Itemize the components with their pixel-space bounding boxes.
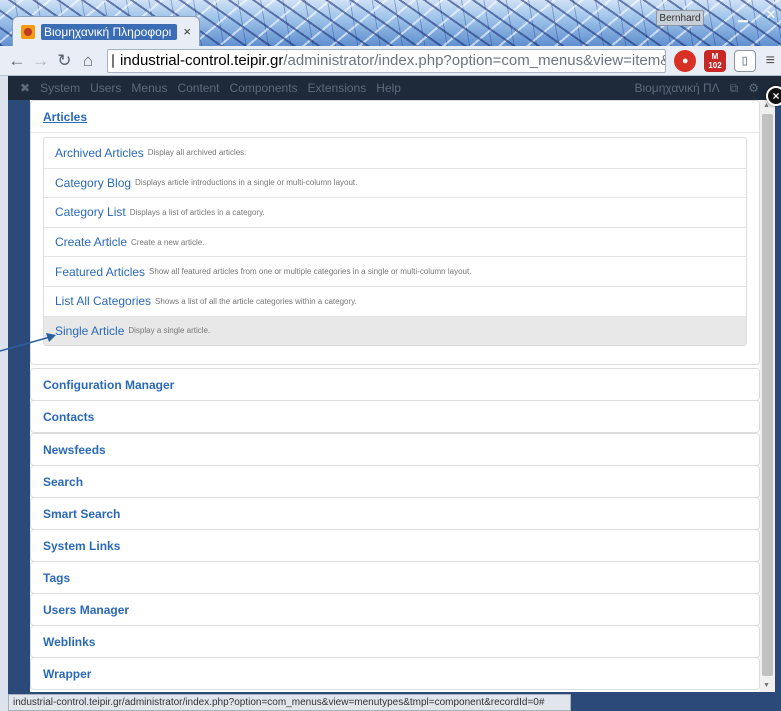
section-smart-search[interactable]: Smart Search bbox=[30, 497, 760, 530]
list-item[interactable]: Archived Articles Display all archived ar… bbox=[44, 138, 746, 168]
section-contacts[interactable]: Contacts bbox=[30, 400, 760, 433]
tab-title: Βιομηχανική Πληροφορι bbox=[41, 23, 178, 40]
item-title: Category Blog bbox=[55, 175, 132, 190]
section-header[interactable]: Users Manager bbox=[31, 594, 759, 625]
mail-envelope-icon: M bbox=[711, 51, 719, 61]
browser-status-bar: industrial-control.teipir.gr/administrat… bbox=[8, 694, 571, 711]
admin-menu-menus[interactable]: Menus bbox=[131, 81, 167, 95]
section-header[interactable]: Smart Search bbox=[31, 498, 759, 529]
section-header[interactable]: Tags bbox=[31, 562, 759, 593]
section-articles-body: Archived Articles Display all archived ar… bbox=[31, 132, 759, 360]
list-item[interactable]: Featured Articles Show all featured artic… bbox=[44, 256, 746, 286]
section-header[interactable]: Wrapper bbox=[31, 658, 759, 689]
section-tags[interactable]: Tags bbox=[30, 561, 760, 594]
joomla-logo-icon: ✖ bbox=[20, 81, 31, 95]
admin-menu-help[interactable]: Help bbox=[376, 81, 401, 95]
joomla-favicon-icon bbox=[21, 24, 35, 39]
list-item-active[interactable]: Single Article Display a single article. bbox=[44, 315, 746, 346]
mail-extension-icon[interactable]: M 102 bbox=[704, 49, 726, 72]
tab-close-icon[interactable]: × bbox=[183, 24, 191, 39]
list-item[interactable]: List All Categories Shows a list of all t… bbox=[44, 285, 746, 316]
admin-menu-components[interactable]: Components bbox=[229, 81, 297, 95]
scroll-down-icon[interactable]: ▼ bbox=[763, 682, 770, 689]
section-search[interactable]: Search bbox=[30, 465, 760, 498]
admin-menu-content[interactable]: Content bbox=[177, 81, 219, 95]
admin-menu-users[interactable]: Users bbox=[90, 81, 121, 95]
section-weblinks[interactable]: Weblinks bbox=[30, 625, 760, 658]
address-bar[interactable]: industrial-control.teipir.gr /administra… bbox=[106, 48, 667, 73]
article-menu-type-list: Archived Articles Display all archived ar… bbox=[43, 137, 747, 347]
item-description: Displays article introductions in a sing… bbox=[135, 178, 358, 188]
reload-icon[interactable]: ↻ bbox=[53, 50, 75, 72]
list-item[interactable]: Create Article Create a new article. bbox=[44, 226, 746, 257]
section-header[interactable]: System Links bbox=[31, 530, 759, 561]
section-articles-header[interactable]: Articles bbox=[31, 101, 759, 132]
section-header[interactable]: Configuration Manager bbox=[31, 369, 759, 400]
item-description: Display a single article. bbox=[128, 326, 211, 336]
section-header[interactable]: Weblinks bbox=[31, 626, 759, 657]
browser-toolbar: ← → ↻ ⌂ industrial-control.teipir.gr /ad… bbox=[0, 46, 781, 76]
admin-menu-system[interactable]: System bbox=[40, 81, 80, 95]
section-newsfeeds[interactable]: Newsfeeds bbox=[30, 433, 760, 466]
modal-close-button[interactable]: × bbox=[766, 86, 781, 106]
section-header[interactable]: Newsfeeds bbox=[31, 434, 759, 465]
forward-icon[interactable]: → bbox=[30, 50, 52, 72]
section-header[interactable]: Search bbox=[31, 466, 759, 497]
browser-tab[interactable]: Βιομηχανική Πληροφορι × bbox=[12, 16, 200, 46]
window-close-icon[interactable]: ✕ bbox=[760, 6, 781, 24]
section-configuration-manager[interactable]: Configuration Manager bbox=[30, 368, 760, 401]
browser-titlebar: Βιομηχανική Πληροφορι × Bernhard ▁ ✕ bbox=[0, 0, 781, 46]
page-icon bbox=[111, 53, 114, 68]
modal-scrollbar[interactable]: ▲ ▼ bbox=[760, 100, 775, 692]
menu-type-modal: Articles Archived Articles Display all ar… bbox=[30, 100, 775, 692]
page-left-edge bbox=[0, 76, 8, 711]
item-title: Category List bbox=[55, 205, 126, 220]
url-host: industrial-control.teipir.gr bbox=[119, 52, 284, 69]
list-item[interactable]: Category List Displays a list of articles… bbox=[44, 197, 746, 227]
section-header[interactable]: Contacts bbox=[31, 401, 759, 432]
item-description: Show all featured articles from one or m… bbox=[149, 267, 472, 277]
section-system-links[interactable]: System Links bbox=[30, 529, 760, 562]
scroll-thumb[interactable] bbox=[762, 114, 773, 676]
admin-menu-extensions[interactable]: Extensions bbox=[308, 81, 367, 95]
menu-icon[interactable]: ≡ bbox=[766, 52, 775, 70]
home-icon[interactable]: ⌂ bbox=[77, 50, 99, 72]
item-title: List All Categories bbox=[55, 294, 152, 309]
mail-count: 102 bbox=[708, 60, 722, 70]
item-description: Create a new article. bbox=[131, 237, 205, 247]
document-extension-icon[interactable]: ▯ bbox=[733, 49, 756, 72]
item-title: Featured Articles bbox=[55, 264, 146, 279]
url-path: /administrator/index.php?option=com_menu… bbox=[283, 52, 667, 69]
section-articles: Articles Archived Articles Display all ar… bbox=[30, 100, 760, 365]
external-link-icon[interactable]: ⧉ bbox=[730, 81, 739, 96]
settings-gear-icon[interactable]: ⚙ bbox=[748, 81, 759, 95]
item-title: Create Article bbox=[55, 235, 128, 250]
item-description: Displays a list of articles in a categor… bbox=[129, 207, 265, 217]
list-item[interactable]: Category Blog Displays article introducti… bbox=[44, 167, 746, 198]
profile-badge[interactable]: Bernhard bbox=[656, 10, 704, 26]
section-users-manager[interactable]: Users Manager bbox=[30, 593, 760, 626]
item-title: Single Article bbox=[55, 323, 125, 338]
section-wrapper[interactable]: Wrapper bbox=[30, 657, 760, 690]
item-description: Display all archived articles. bbox=[147, 148, 247, 158]
extension-red-icon[interactable]: ● bbox=[674, 49, 697, 72]
back-icon[interactable]: ← bbox=[6, 50, 28, 72]
item-title: Archived Articles bbox=[55, 145, 144, 160]
item-description: Shows a list of all the article categori… bbox=[155, 296, 357, 306]
minimize-icon[interactable]: ▁ bbox=[732, 6, 754, 24]
admin-menu-bar: ✖ System Users Menus Content Components … bbox=[8, 76, 781, 100]
admin-site-name[interactable]: Βιομηχανική ΠΛ bbox=[634, 81, 719, 95]
